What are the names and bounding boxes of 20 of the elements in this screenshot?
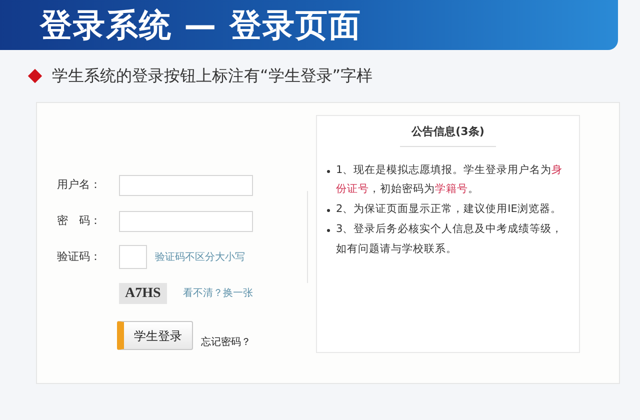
student-login-button[interactable]: 学生登录 <box>117 321 193 350</box>
bullet-dot-icon <box>327 209 330 212</box>
field-label: 验证码： <box>57 248 102 265</box>
bullet-dot-icon <box>327 229 330 232</box>
field-label: 用户名： <box>57 176 102 193</box>
refresh-captcha-link[interactable]: 看不清？换一张 <box>182 286 253 300</box>
notice-title: 公告信息(3条) <box>400 124 496 146</box>
forgot-password-link[interactable]: 忘记密码？ <box>201 335 251 350</box>
input-field[interactable] <box>119 174 253 196</box>
captcha-field[interactable] <box>119 245 147 269</box>
field-label: 密 码： <box>57 212 102 229</box>
slide-bullet-text: 学生系统的登录按钮上标注有“学生登录”字样 <box>52 65 373 87</box>
notice-item: 2、为保证页面显示正常，建议使用IE浏览器。 <box>336 202 562 218</box>
bullet-dot-icon <box>327 170 330 172</box>
notice-item: 3、登录后务必核实个人信息及中考成绩等级，如有问题请与学校联系。 <box>336 222 564 258</box>
input-field[interactable] <box>119 210 253 232</box>
notice-item: 1、现在是模拟志愿填报。学生登录用户名为身份证号，初始密码为学籍号。 <box>336 162 564 198</box>
captcha-image: A7HS <box>119 282 167 304</box>
slide-title: 登录系统 — 登录页面 <box>40 9 362 41</box>
captcha-hint: 验证码不区分大小写 <box>155 250 245 264</box>
